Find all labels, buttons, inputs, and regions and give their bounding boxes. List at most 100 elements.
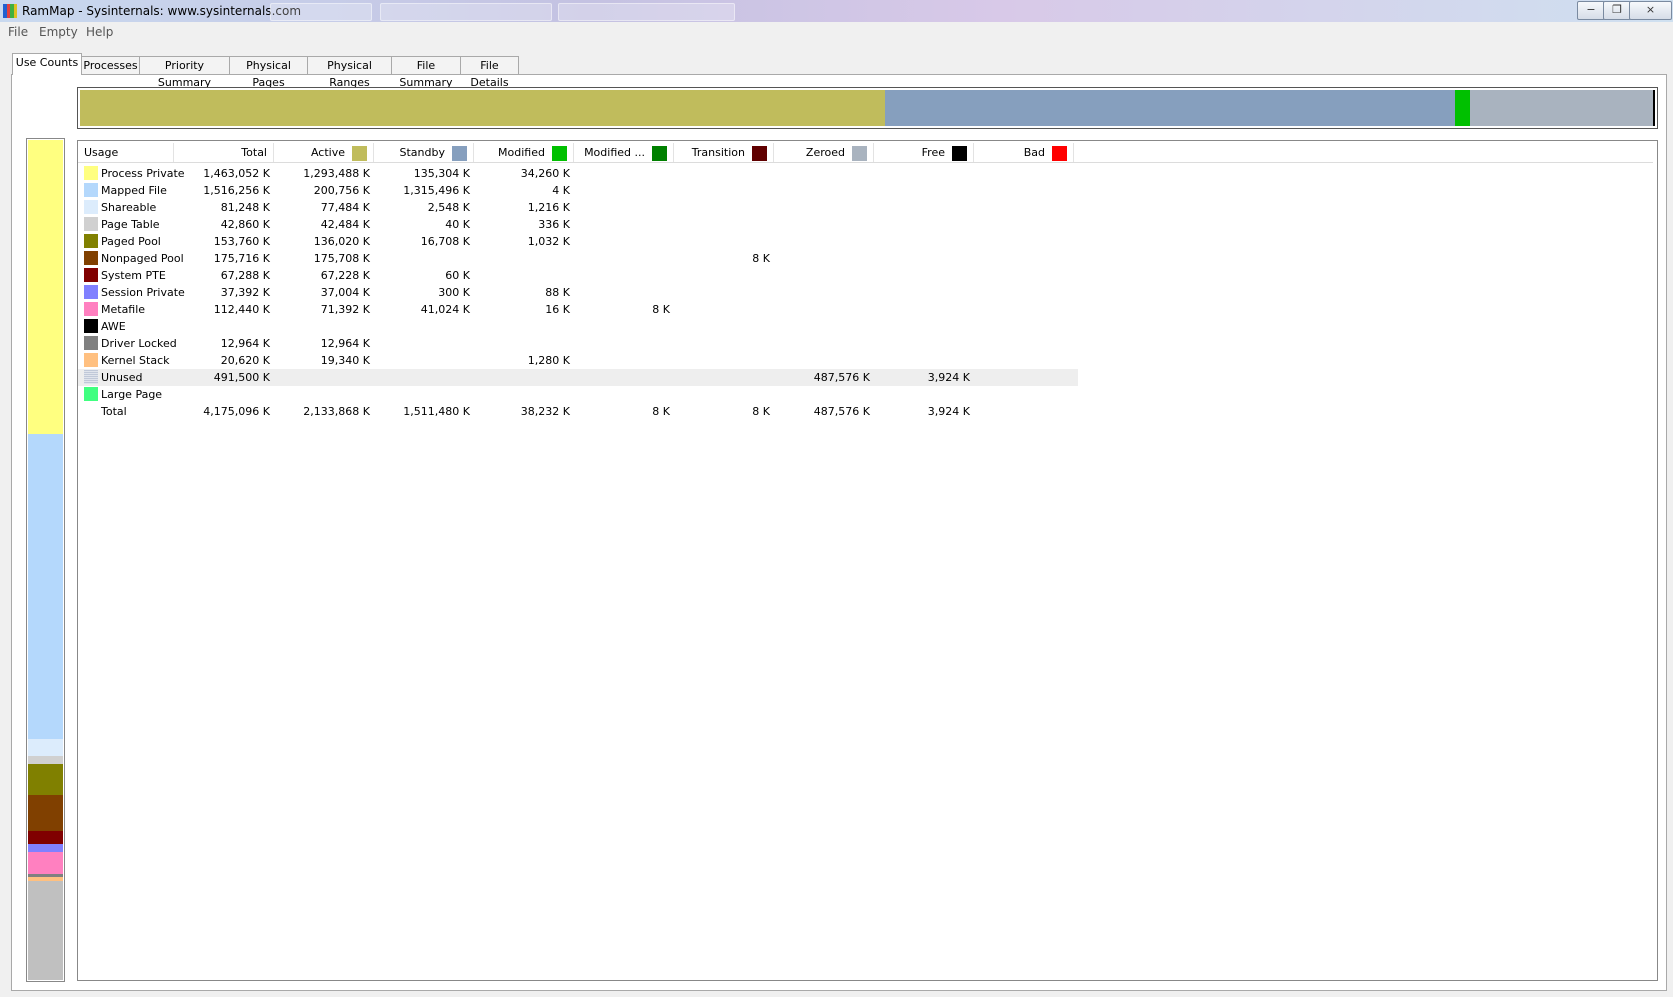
cell-active: 67,228 K [320, 269, 370, 282]
table-row[interactable]: AWE [78, 318, 1078, 335]
cell-total: 112,440 K [213, 303, 270, 316]
table-row[interactable]: Mapped File 1,516,256 K 200,756 K 1,315,496… [78, 182, 1078, 199]
table-row[interactable]: Kernel Stack 20,620 K 19,340 K 1,280 K [78, 352, 1078, 369]
cell-standby: 41,024 K [420, 303, 470, 316]
menu-empty[interactable]: Empty [39, 25, 78, 39]
table-row[interactable]: Process Private 1,463,052 K 1,293,488 K 135… [78, 165, 1078, 182]
rammap-app-icon [3, 4, 17, 18]
table-header: Usage Total Active Standby Modified Modified … [78, 143, 1653, 163]
use-counts-table[interactable]: Usage Total Active Standby Modified Modified … [77, 140, 1658, 981]
state-segment-standby [884, 90, 1456, 126]
memory-usage-segments [28, 140, 63, 980]
cell-modified: 1,280 K [527, 354, 570, 367]
menu-file[interactable]: File [8, 25, 28, 39]
cell-standby: 1,511,480 K [403, 405, 470, 418]
tab-file-summary[interactable]: File Summary [391, 56, 461, 89]
cell-modified: 4 K [552, 184, 570, 197]
menu-bar: File Empty Help [0, 22, 1673, 42]
table-row[interactable]: Metafile 112,440 K 71,392 K 41,024 K 16 K 8 K [78, 301, 1078, 318]
cell-total: 1,463,052 K [203, 167, 270, 180]
table-row[interactable]: Large Page [78, 386, 1078, 403]
table-row[interactable]: Page Table 42,860 K 42,484 K 40 K 336 K [78, 216, 1078, 233]
cell-total: 175,716 K [213, 252, 270, 265]
cell-modified: 336 K [538, 218, 570, 231]
usage-label: Metafile [101, 303, 146, 316]
table-row[interactable]: System PTE 67,288 K 67,228 K 60 K [78, 267, 1078, 284]
column-header-label: Modified [498, 146, 545, 159]
cell-active: 12,964 K [320, 337, 370, 350]
usage-color-swatch [84, 370, 98, 384]
column-header-label: Bad [1023, 146, 1045, 159]
cell-total: 67,288 K [220, 269, 270, 282]
memory-state-segments [80, 90, 1655, 126]
table-row[interactable]: Nonpaged Pool 175,716 K 175,708 K 8 K [78, 250, 1078, 267]
tab-use-counts[interactable]: Use Counts [12, 53, 82, 75]
background-window-ghost [380, 3, 552, 21]
table-row[interactable]: Session Private 37,392 K 37,004 K 300 K 88 K [78, 284, 1078, 301]
usage-color-swatch [84, 336, 98, 350]
cell-transition: 8 K [752, 252, 770, 265]
usage-segment-process-private [28, 140, 63, 435]
table-row[interactable]: Total 4,175,096 K 2,133,868 K 1,511,480 K 38… [78, 403, 1078, 420]
close-button[interactable]: × [1629, 1, 1672, 20]
minimize-icon: − [1586, 3, 1596, 16]
column-color-swatch [752, 146, 767, 161]
cell-active: 2,133,868 K [303, 405, 370, 418]
usage-label: Process Private [101, 167, 185, 180]
column-header-label: Modified ... [584, 146, 645, 159]
usage-segment-shareable [28, 739, 63, 756]
usage-color-swatch [84, 268, 98, 282]
table-row[interactable]: Unused 491,500 K 487,576 K 3,924 K [78, 369, 1078, 386]
cell-standby: 300 K [438, 286, 470, 299]
table-row[interactable]: Paged Pool 153,760 K 136,020 K 16,708 K 1,03… [78, 233, 1078, 250]
usage-label: Paged Pool [101, 235, 161, 248]
column-header-usage[interactable]: Usage [78, 143, 174, 162]
tab-file-details[interactable]: File Details [460, 56, 519, 89]
title-bar: RamMap - Sysinternals: www.sysinternals.… [0, 0, 1673, 22]
tab-physical-pages[interactable]: Physical Pages [229, 56, 308, 89]
column-color-swatch [552, 146, 567, 161]
column-header-free[interactable]: Free [873, 143, 974, 162]
cell-standby: 60 K [445, 269, 470, 282]
cell-active: 19,340 K [320, 354, 370, 367]
column-header-active[interactable]: Active [273, 143, 374, 162]
maximize-button[interactable]: ❐ [1603, 1, 1631, 20]
column-header-modified[interactable]: Modified [473, 143, 574, 162]
cell-active: 42,484 K [320, 218, 370, 231]
usage-label: Driver Locked [101, 337, 177, 350]
usage-label: Total [101, 405, 127, 418]
state-segment-zeroed [1469, 90, 1654, 126]
window-title: RamMap - Sysinternals: www.sysinternals.… [22, 4, 302, 18]
column-header-bad[interactable]: Bad [973, 143, 1074, 162]
usage-color-swatch [84, 166, 98, 180]
state-segment-free [1653, 90, 1655, 126]
usage-label: Mapped File [101, 184, 167, 197]
column-color-swatch [652, 146, 667, 161]
cell-free: 3,924 K [927, 405, 970, 418]
tab-priority-summary[interactable]: Priority Summary [139, 56, 230, 89]
column-header-total[interactable]: Total [173, 143, 274, 162]
table-row[interactable]: Driver Locked 12,964 K 12,964 K [78, 335, 1078, 352]
usage-label: Page Table [101, 218, 160, 231]
column-header-transition[interactable]: Transition [673, 143, 774, 162]
cell-total: 1,516,256 K [203, 184, 270, 197]
tab-physical-ranges[interactable]: Physical Ranges [307, 56, 392, 89]
table-row[interactable]: Shareable 81,248 K 77,484 K 2,548 K 1,216 K [78, 199, 1078, 216]
close-icon: × [1645, 3, 1656, 16]
cell-active: 200,756 K [313, 184, 370, 197]
cell-modified-nowrite: 8 K [652, 405, 670, 418]
usage-color-swatch [84, 234, 98, 248]
column-header-modified-nowrite[interactable]: Modified ... [573, 143, 674, 162]
cell-total: 153,760 K [213, 235, 270, 248]
cell-total: 20,620 K [220, 354, 270, 367]
background-window-ghost [558, 3, 735, 21]
menu-help[interactable]: Help [86, 25, 113, 39]
usage-color-swatch [84, 251, 98, 265]
column-color-swatch [952, 146, 967, 161]
column-header-standby[interactable]: Standby [373, 143, 474, 162]
usage-label: Large Page [101, 388, 163, 401]
tab-processes[interactable]: Processes [81, 56, 140, 74]
column-header-zeroed[interactable]: Zeroed [773, 143, 874, 162]
state-segment-active [80, 90, 885, 126]
minimize-button[interactable]: − [1577, 1, 1605, 20]
